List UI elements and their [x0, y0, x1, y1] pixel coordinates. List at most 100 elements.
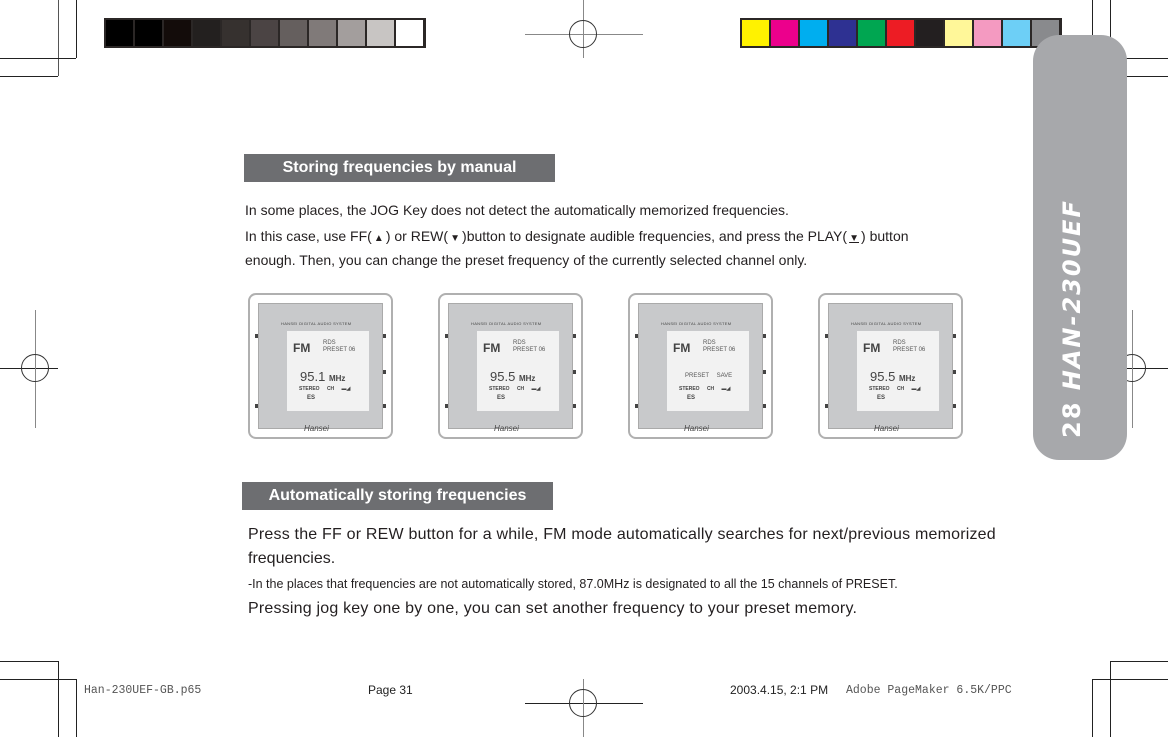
- section-title: Automatically storing frequencies: [268, 487, 527, 504]
- lcd-eq: ES: [877, 395, 886, 401]
- device-header-text: HANSEI DIGITAL AUDIO SYSTEM: [471, 321, 542, 326]
- crop-mark: [76, 0, 77, 58]
- lcd-status: STEREO CH ▬◢: [299, 386, 351, 392]
- paragraph-line: In some places, the JOG Key does not det…: [245, 202, 789, 218]
- color-swatch: [222, 20, 249, 46]
- device-header-text: HANSEI DIGITAL AUDIO SYSTEM: [281, 321, 352, 326]
- crop-mark: [0, 58, 76, 59]
- lcd-screen: FM RDS PRESET 06 95.5 MHz STEREO CH ▬◢ ES: [477, 331, 559, 411]
- lcd-mode: FM: [293, 341, 311, 355]
- color-swatch: [396, 20, 423, 46]
- crop-mark: [0, 76, 58, 77]
- crop-mark: [1110, 661, 1168, 662]
- device-illustration: HANSEI DIGITAL AUDIO SYSTEM FM RDS PRESET…: [628, 293, 773, 439]
- rds-label: RDS: [893, 340, 906, 346]
- lcd-frequency: 95.5 MHz: [870, 369, 915, 384]
- color-swatch: [974, 20, 1001, 46]
- device-brand-logo: Hansei: [874, 424, 899, 433]
- footer-page: Page 31: [368, 683, 413, 697]
- color-swatch: [338, 20, 365, 46]
- device-illustration: HANSEI DIGITAL AUDIO SYSTEM FM RDS PRESET…: [248, 293, 393, 439]
- lcd-mode: FM: [483, 341, 501, 355]
- lcd-status: STEREO CH ▬◢: [869, 386, 921, 392]
- preset-label: PRESET 06: [513, 347, 546, 353]
- note-line: -In the places that frequencies are not …: [248, 577, 898, 591]
- footer-datetime: 2003.4.15, 2:1 PM: [730, 683, 829, 697]
- device-brand-logo: Hansei: [684, 424, 709, 433]
- lcd-preset: RDS PRESET 06: [323, 340, 355, 354]
- color-swatch: [1003, 20, 1030, 46]
- color-swatch: [251, 20, 278, 46]
- color-swatch: [800, 20, 827, 46]
- lcd-screen: FM RDS PRESET 06 95.1 MHz STEREO CH ▬◢ ES: [287, 331, 369, 411]
- device-body: HANSEI DIGITAL AUDIO SYSTEM FM RDS PRESET…: [445, 303, 576, 433]
- lcd-mode: FM: [673, 341, 691, 355]
- lcd-mode: FM: [863, 341, 881, 355]
- crop-mark: [58, 0, 59, 76]
- frequency-unit: MHz: [518, 374, 536, 383]
- crop-mark: [1092, 679, 1093, 737]
- footer-app: Adobe PageMaker 6.5K/PPC: [846, 684, 1012, 697]
- crop-mark: [0, 679, 76, 680]
- lcd-frequency: 95.1 MHz: [300, 369, 345, 384]
- lcd-status: STEREO CH ▬◢: [679, 386, 731, 392]
- lcd-eq: ES: [687, 395, 696, 401]
- footer-filename: Han-230UEF-GB.p65: [84, 684, 202, 697]
- lcd-eq: ES: [497, 395, 506, 401]
- device-brand-logo: Hansei: [494, 424, 519, 433]
- crop-mark: [0, 661, 58, 662]
- lcd-eq: ES: [307, 395, 316, 401]
- crop-mark: [1110, 661, 1111, 737]
- color-swatch: [367, 20, 394, 46]
- crop-mark: [1092, 679, 1168, 680]
- section-title: Storing frequencies by manual: [282, 159, 517, 176]
- paragraph-line: enough. Then, you can change the preset …: [245, 252, 808, 268]
- color-swatch: [771, 20, 798, 46]
- paragraph-line: frequencies.: [248, 550, 336, 567]
- model-name: HAN-230UEF: [1058, 199, 1086, 391]
- color-swatch: [193, 20, 220, 46]
- lcd-frequency: 95.5 MHz: [490, 369, 535, 384]
- preset-label: PRESET 06: [893, 347, 926, 353]
- device-body: HANSEI DIGITAL AUDIO SYSTEM FM RDS PRESET…: [635, 303, 766, 433]
- page-number: 28: [1058, 400, 1086, 438]
- lcd-screen: FM RDS PRESET 06 PRESET SAVE STEREO CH ▬◢…: [667, 331, 749, 411]
- lcd-screen: FM RDS PRESET 06 95.5 MHz STEREO CH ▬◢ ES: [857, 331, 939, 411]
- preset-label: PRESET 06: [323, 347, 356, 353]
- device-body: HANSEI DIGITAL AUDIO SYSTEM FM RDS PRESET…: [825, 303, 956, 433]
- paragraph-line: Pressing jog key one by one, you can set…: [248, 600, 858, 617]
- paragraph-line: In this case, use FF(▲) or REW(▼)button …: [245, 224, 909, 251]
- device-illustration: HANSEI DIGITAL AUDIO SYSTEM FM RDS PRESET…: [438, 293, 583, 439]
- rds-label: RDS: [323, 340, 336, 346]
- color-swatch: [829, 20, 856, 46]
- device-header-text: HANSEI DIGITAL AUDIO SYSTEM: [661, 321, 732, 326]
- text: In this case, use FF(: [245, 228, 372, 244]
- frequency-unit: MHz: [898, 374, 916, 383]
- lcd-save-text: PRESET SAVE: [685, 373, 733, 379]
- color-swatch: [916, 20, 943, 46]
- grayscale-color-bar: [104, 18, 426, 48]
- color-swatch: [742, 20, 769, 46]
- color-swatch: [887, 20, 914, 46]
- lcd-status: STEREO CH ▬◢: [489, 386, 541, 392]
- color-swatch: [280, 20, 307, 46]
- color-swatch: [858, 20, 885, 46]
- text: )button to designate audible frequencies…: [462, 228, 848, 244]
- frequency-value: 95.5: [490, 369, 516, 384]
- process-color-bar: [740, 18, 1062, 48]
- color-swatch: [164, 20, 191, 46]
- section-header-manual: Storing frequencies by manual: [244, 154, 555, 182]
- device-body: HANSEI DIGITAL AUDIO SYSTEM FM RDS PRESET…: [255, 303, 386, 433]
- paragraph-line: Press the FF or REW button for a while, …: [248, 526, 996, 543]
- frequency-value: 95.5: [870, 369, 896, 384]
- color-swatch: [945, 20, 972, 46]
- preset-label: PRESET 06: [703, 347, 736, 353]
- color-swatch: [309, 20, 336, 46]
- rds-label: RDS: [513, 340, 526, 346]
- text: ) button: [861, 228, 909, 244]
- device-header-text: HANSEI DIGITAL AUDIO SYSTEM: [851, 321, 922, 326]
- lcd-preset: RDS PRESET 06: [893, 340, 925, 354]
- device-brand-logo: Hansei: [304, 424, 329, 433]
- side-tab-label: 28 HAN-230UEF: [1058, 199, 1086, 438]
- rds-label: RDS: [703, 340, 716, 346]
